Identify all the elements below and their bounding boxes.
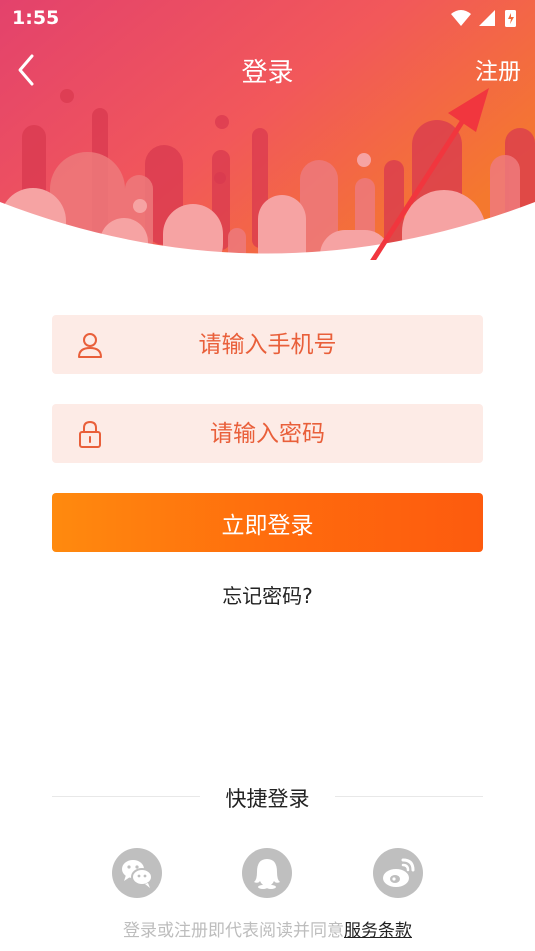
agreement-prefix: 登录或注册即代表阅读并同意 — [123, 921, 344, 941]
login-button[interactable]: 立即登录 — [52, 493, 483, 552]
forgot-password-link[interactable]: 忘记密码? — [222, 584, 313, 608]
phone-input[interactable] — [112, 315, 423, 374]
header-illustration — [0, 0, 535, 260]
chevron-left-icon — [18, 54, 34, 86]
agreement-text: 登录或注册即代表阅读并同意服务条款 — [0, 916, 535, 941]
password-field[interactable] — [52, 404, 483, 463]
quick-login-title: 快捷登录 — [225, 787, 310, 811]
status-time: 1:55 — [12, 7, 60, 29]
weibo-login-button[interactable] — [373, 848, 423, 898]
header-banner — [0, 0, 535, 260]
status-icons — [449, 8, 521, 28]
lock-icon — [79, 420, 101, 448]
weibo-icon — [383, 858, 415, 887]
wechat-login-button[interactable] — [112, 848, 162, 898]
status-bar: 1:55 — [0, 0, 535, 36]
terms-link[interactable]: 服务条款 — [344, 921, 412, 941]
wifi-icon — [451, 10, 471, 26]
user-icon — [78, 333, 102, 358]
back-button[interactable] — [10, 48, 46, 92]
signal-icon — [479, 10, 495, 26]
qq-login-button[interactable] — [242, 848, 292, 898]
phone-field[interactable] — [52, 315, 483, 374]
wechat-icon — [122, 860, 153, 888]
forgot-password-row: 忘记密码? — [0, 580, 535, 609]
qq-icon — [254, 859, 280, 889]
password-input[interactable] — [112, 404, 423, 463]
register-link[interactable]: 注册 — [475, 52, 521, 86]
